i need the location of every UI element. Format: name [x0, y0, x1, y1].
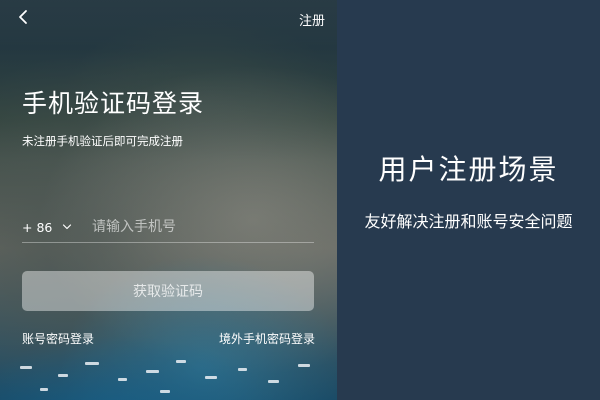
page-subtitle: 未注册手机验证后即可完成注册 — [22, 134, 183, 148]
background-boats-decoration — [20, 360, 310, 393]
phone-number-input[interactable] — [84, 219, 314, 235]
chevron-down-icon — [63, 224, 72, 230]
chevron-left-icon — [19, 10, 27, 24]
password-login-link[interactable]: 账号密码登录 — [22, 330, 94, 347]
phone-login-screen: 注册 手机验证码登录 未注册手机验证后即可完成注册 + 86 获取验证码 账号密… — [0, 0, 337, 400]
caption-panel: 用户注册场景 友好解决注册和账号安全问题 — [337, 0, 600, 400]
phone-number-row: + 86 — [22, 212, 314, 243]
screenshot-root: 注册 手机验证码登录 未注册手机验证后即可完成注册 + 86 获取验证码 账号密… — [0, 0, 600, 400]
get-verification-code-button[interactable]: 获取验证码 — [22, 271, 314, 311]
country-code-label: + 86 — [22, 219, 53, 235]
country-code-selector[interactable]: + 86 — [22, 220, 84, 235]
back-button[interactable] — [14, 6, 34, 28]
overseas-phone-login-link[interactable]: 境外手机密码登录 — [219, 330, 315, 347]
caption-subtitle: 友好解决注册和账号安全问题 — [364, 212, 573, 231]
page-title: 手机验证码登录 — [22, 89, 205, 118]
caption-title: 用户注册场景 — [378, 153, 559, 186]
register-link[interactable]: 注册 — [299, 10, 325, 29]
